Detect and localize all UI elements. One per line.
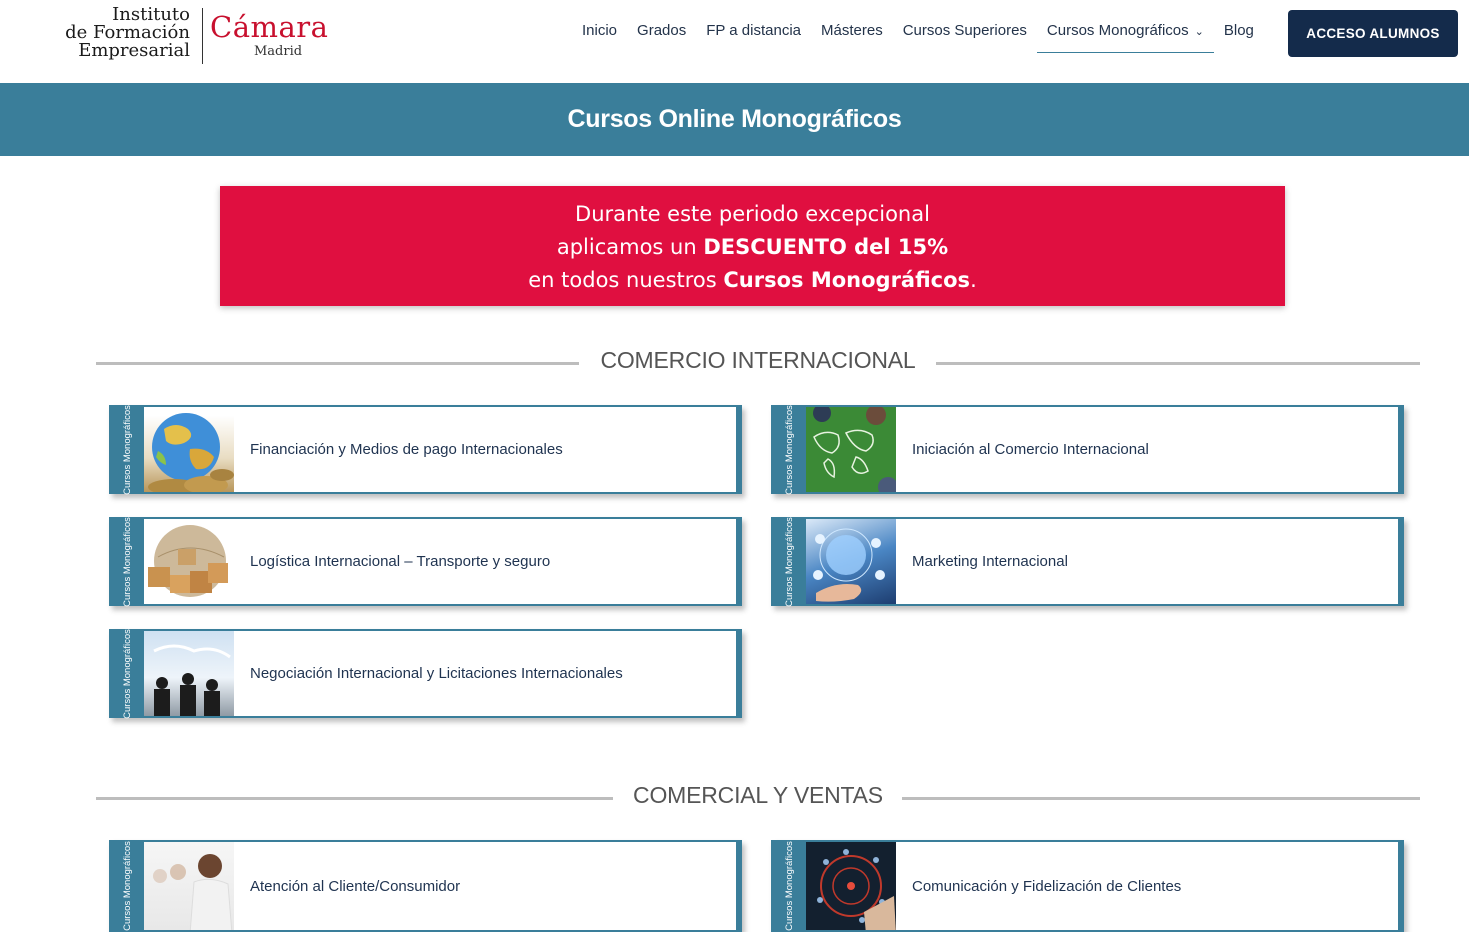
nav-item-cursos-monograficos[interactable]: Cursos Monográficos ⌄ <box>1036 22 1214 53</box>
site-header: Instituto de Formación Empresarial Cámar… <box>0 0 1469 83</box>
course-category-tag: Cursos Monográficos <box>111 517 144 606</box>
heading-divider-right <box>936 362 1420 365</box>
nav-item-masteres[interactable]: Másteres <box>811 22 893 53</box>
course-title: Atención al Cliente/Consumidor <box>250 878 461 895</box>
section-title: COMERCIAL Y VENTAS <box>633 782 883 808</box>
promo-line-2: aplicamos un DESCUENTO del 15% <box>556 235 949 259</box>
course-category-tag: Cursos Monográficos <box>111 841 144 931</box>
course-card[interactable]: Cursos Monográficos Comunicación y Fidel… <box>771 840 1404 932</box>
main-nav: Inicio Grados FP a distancia Másteres Cu… <box>572 22 1264 53</box>
chevron-down-icon: ⌄ <box>1194 26 1204 38</box>
course-card[interactable]: Cursos Monográficos Financiación y Medio… <box>109 405 742 494</box>
hand-digital-globe-image <box>806 519 896 604</box>
course-title: Negociación Internacional y Licitaciones… <box>250 665 623 682</box>
course-card[interactable]: Cursos Monográficos Atención al Cliente/… <box>109 840 742 932</box>
course-title: Financiación y Medios de pago Internacio… <box>250 441 563 458</box>
course-card[interactable]: Cursos Monográficos Iniciación al Comerc… <box>771 405 1404 494</box>
acceso-alumnos-button[interactable]: ACCESO ALUMNOS <box>1288 10 1458 57</box>
course-title: Iniciación al Comercio Internacional <box>912 441 1149 458</box>
nav-item-grados[interactable]: Grados <box>627 22 696 53</box>
call-center-image <box>144 842 234 930</box>
globe-coins-image <box>144 407 234 492</box>
promo-line-3: en todos nuestros Cursos Monográficos. <box>528 268 977 292</box>
logo-camara-text: Cámara <box>210 10 329 44</box>
section-title: COMERCIO INTERNACIONAL <box>600 347 916 373</box>
nav-item-fp-distancia[interactable]: FP a distancia <box>696 22 811 53</box>
promo-line-1: Durante este periodo excepcional <box>575 202 930 226</box>
course-category-tag: Cursos Monográficos <box>111 629 144 718</box>
globe-boxes-image <box>144 519 234 604</box>
nav-item-cursos-superiores[interactable]: Cursos Superiores <box>893 22 1037 53</box>
course-category-tag: Cursos Monográficos <box>111 405 144 494</box>
nav-item-label: Cursos Monográficos <box>1046 22 1189 39</box>
course-title: Comunicación y Fidelización de Clientes <box>912 878 1182 895</box>
course-card[interactable]: Cursos Monográficos Negociación Internac… <box>109 629 742 718</box>
logo-divider <box>202 8 203 64</box>
course-card[interactable]: Cursos Monográficos Marketing Internacio… <box>771 517 1404 606</box>
course-card[interactable]: Cursos Monográficos Logística Internacio… <box>109 517 742 606</box>
nav-item-blog[interactable]: Blog <box>1214 22 1264 53</box>
customer-network-image <box>806 842 896 930</box>
course-title: Marketing Internacional <box>912 553 1068 570</box>
heading-divider-right <box>902 797 1420 800</box>
course-title: Logística Internacional – Transporte y s… <box>250 553 551 570</box>
section-heading-comercio-internacional: COMERCIO INTERNACIONAL <box>96 347 1420 377</box>
logo-ife-text: Instituto de Formación Empresarial <box>65 4 190 61</box>
nav-item-inicio[interactable]: Inicio <box>572 22 627 53</box>
discount-promo: Durante este periodo excepcional aplicam… <box>220 186 1285 306</box>
logo-madrid-text: Madrid <box>254 44 303 59</box>
course-category-tag: Cursos Monográficos <box>773 517 806 606</box>
course-category-tag: Cursos Monográficos <box>773 405 806 494</box>
page-title: Cursos Online Monográficos <box>567 105 902 133</box>
world-map-board-image <box>806 407 896 492</box>
course-category-tag: Cursos Monográficos <box>773 841 806 931</box>
business-meeting-image <box>144 631 234 716</box>
section-heading-comercial-ventas: COMERCIAL Y VENTAS <box>96 782 1420 812</box>
page-banner: Cursos Online Monográficos <box>0 83 1469 156</box>
